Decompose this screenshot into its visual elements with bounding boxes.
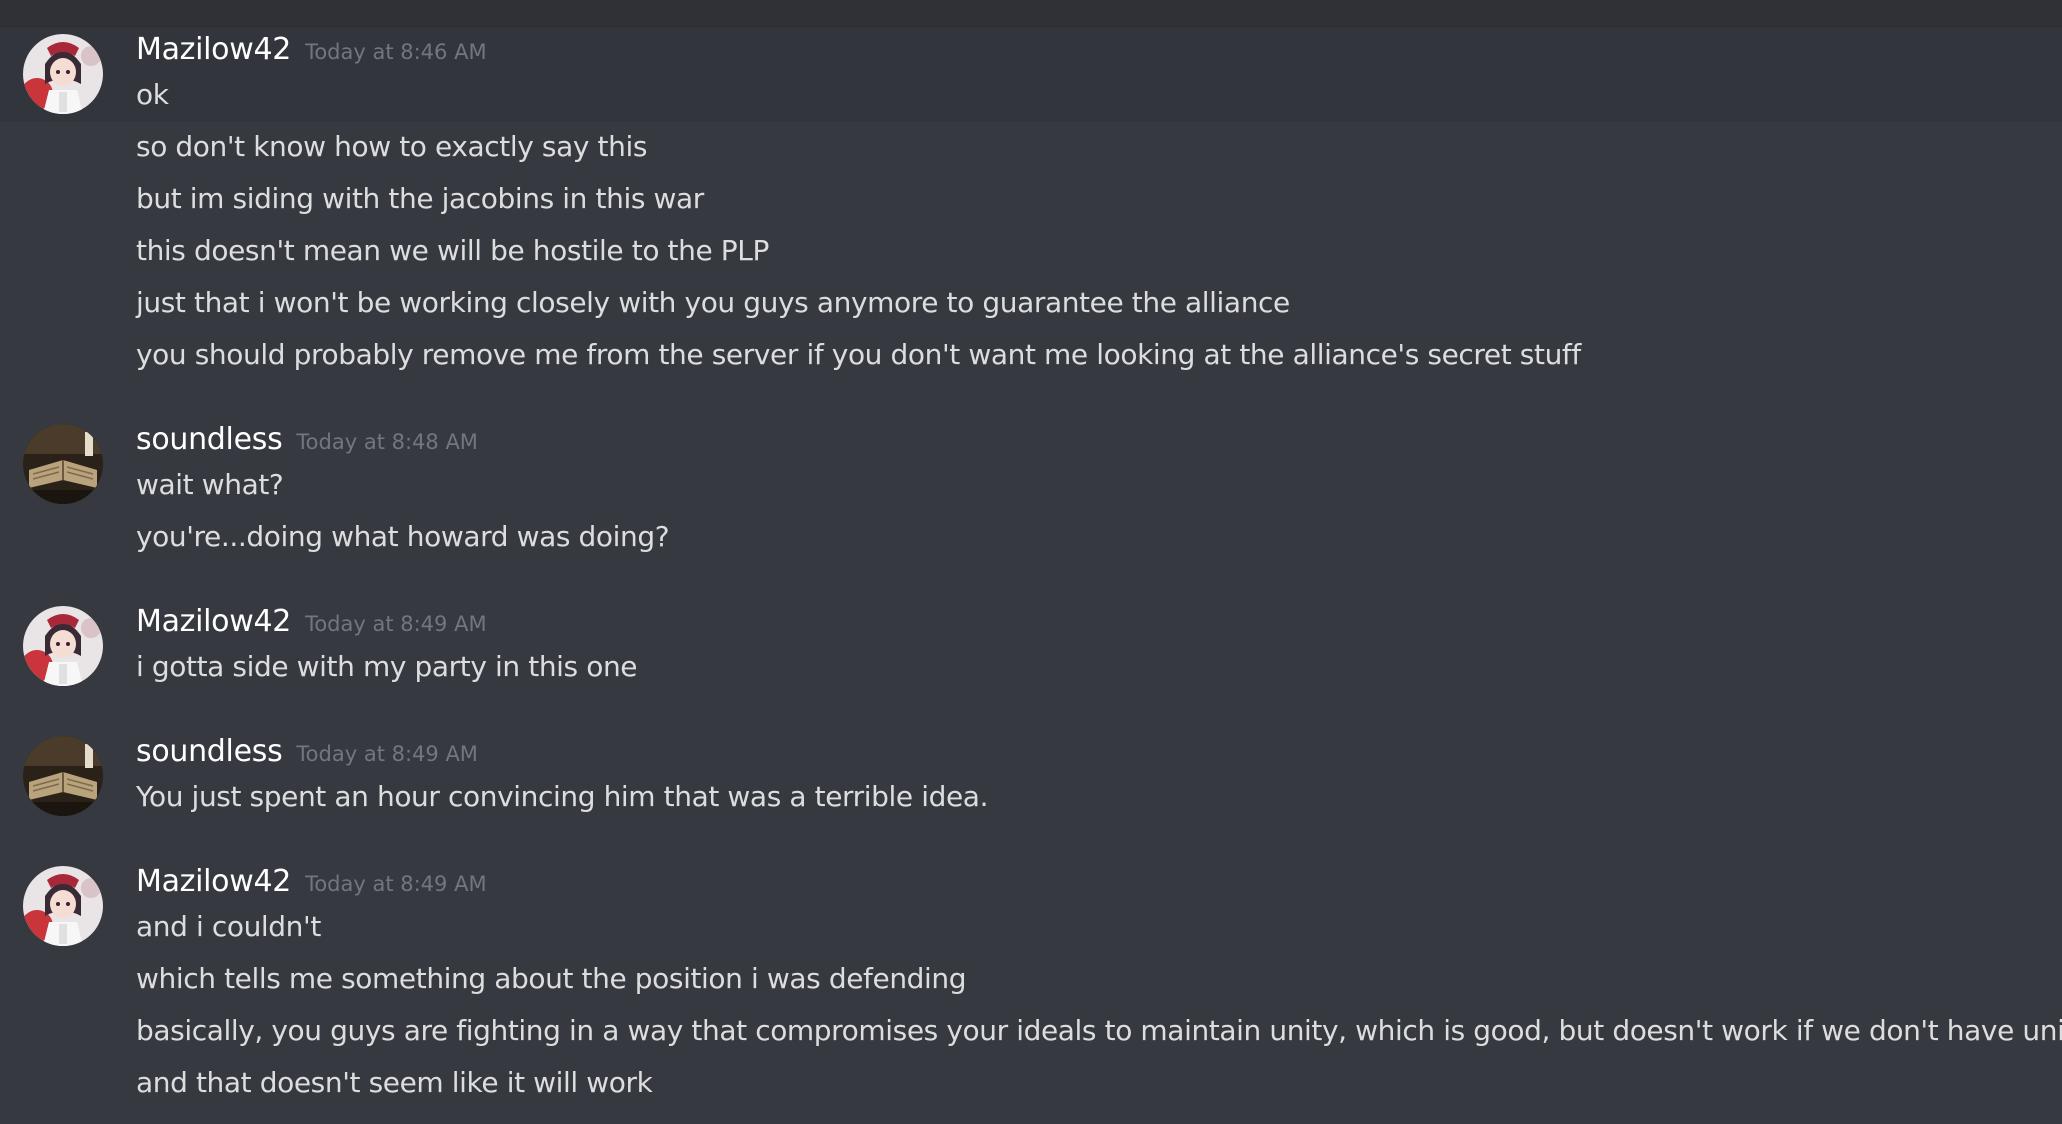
message-text: which tells me something about the posit…: [136, 962, 967, 995]
message-text: i gotta side with my party in this one: [136, 650, 638, 683]
message-text: wait what?: [136, 468, 284, 501]
username[interactable]: Mazilow42: [136, 32, 291, 67]
message-text: so don't know how to exactly say this: [136, 130, 648, 163]
avatar[interactable]: [23, 866, 103, 946]
message-text: but im siding with the jacobins in this …: [136, 182, 704, 215]
message-text: this doesn't mean we will be hostile to …: [136, 234, 769, 267]
message-text: ok: [136, 78, 169, 111]
message-text: and that doesn't seem like it will work: [136, 1066, 653, 1099]
avatar[interactable]: [23, 34, 103, 114]
timestamp[interactable]: Today at 8:49 AM: [296, 742, 478, 766]
message-text: you should probably remove me from the s…: [136, 338, 1581, 371]
anime-girl-avatar-icon: [23, 866, 103, 946]
message-header: soundless Today at 8:49 AM: [136, 732, 478, 772]
message-text: just that i won't be working closely wit…: [136, 286, 1290, 319]
username[interactable]: Mazilow42: [136, 604, 291, 639]
message-header: Mazilow42 Today at 8:49 AM: [136, 862, 487, 902]
avatar[interactable]: [23, 606, 103, 686]
message-text: you're...doing what howard was doing?: [136, 520, 670, 553]
message-header: soundless Today at 8:48 AM: [136, 420, 478, 460]
timestamp[interactable]: Today at 8:48 AM: [296, 430, 478, 454]
message-header: Mazilow42 Today at 8:49 AM: [136, 602, 487, 642]
timestamp[interactable]: Today at 8:49 AM: [305, 872, 487, 896]
old-book-avatar-icon: [23, 424, 103, 504]
message-header: Mazilow42 Today at 8:46 AM: [136, 30, 487, 70]
message-text: basically, you guys are fighting in a wa…: [136, 1014, 2062, 1047]
username[interactable]: soundless: [136, 734, 283, 769]
avatar[interactable]: [23, 424, 103, 504]
message-text: and i couldn't: [136, 910, 321, 943]
anime-girl-avatar-icon: [23, 606, 103, 686]
timestamp[interactable]: Today at 8:46 AM: [305, 40, 487, 64]
anime-girl-avatar-icon: [23, 34, 103, 114]
channel-top-bar: [0, 0, 2062, 26]
avatar[interactable]: [23, 736, 103, 816]
old-book-avatar-icon: [23, 736, 103, 816]
message-text: You just spent an hour convincing him th…: [136, 780, 989, 813]
username[interactable]: Mazilow42: [136, 864, 291, 899]
username[interactable]: soundless: [136, 422, 283, 457]
timestamp[interactable]: Today at 8:49 AM: [305, 612, 487, 636]
